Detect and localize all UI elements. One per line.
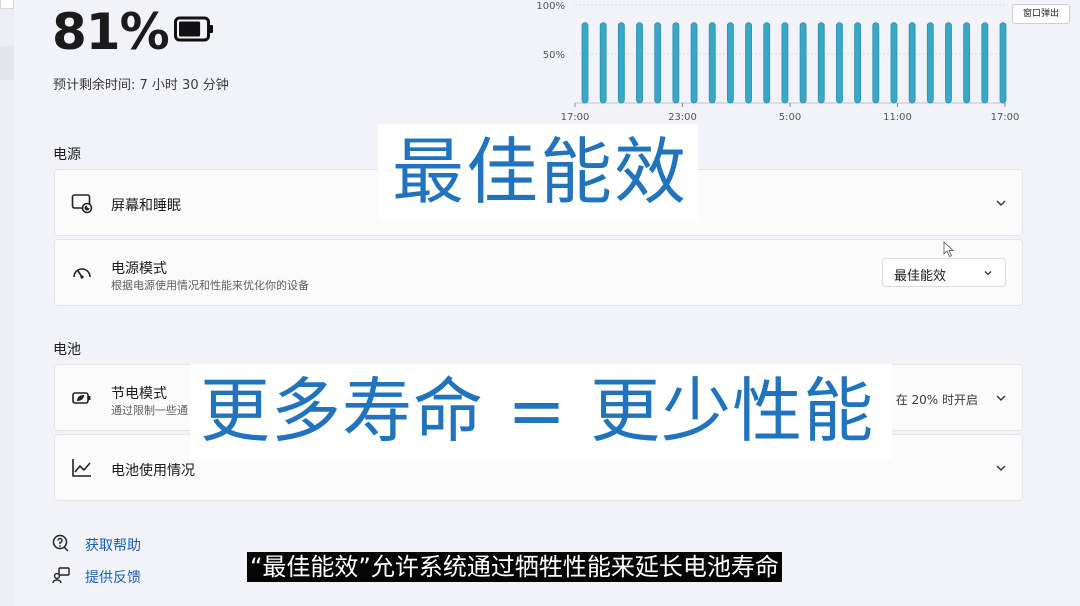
chart-bar (908, 22, 916, 104)
chevron-down-icon[interactable] (995, 462, 1007, 474)
power-section-label: 电源 (53, 147, 81, 163)
chart-bar (836, 22, 843, 104)
chart-bar (926, 22, 934, 104)
headline-2-text: 更多寿命 = 更少性能 (200, 370, 875, 452)
nav-selected-indicator[interactable] (0, 46, 14, 80)
chart-bar (981, 22, 989, 104)
chart-bar (745, 22, 752, 104)
battery-section-label: 电池 (53, 342, 81, 358)
chart-bar (781, 22, 789, 104)
nav-tab-edge (0, 0, 14, 9)
battery-icon (174, 16, 213, 42)
chart-bar (708, 22, 716, 104)
chart-bar (854, 22, 862, 104)
screen-sleep-icon (71, 194, 93, 214)
video-subtitle: “最佳能效”允许系统通过牺牲性能来延长电池寿命 (247, 552, 782, 582)
power-mode-subtitle: 根据电源使用情况和性能来优化你的设备 (111, 279, 309, 292)
chart-bar (599, 22, 607, 104)
chart-y-tick-label: 100% (536, 1, 565, 12)
get-help-text[interactable]: 获取帮助 (85, 535, 141, 555)
chevron-down-icon (984, 271, 992, 276)
left-nav-strip (0, 0, 14, 606)
battery-saver-title: 节电模式 (111, 386, 167, 402)
chart-bar (872, 22, 880, 104)
chart-bar (636, 22, 643, 104)
screen-sleep-title: 屏幕和睡眠 (111, 198, 181, 214)
help-chat-icon (52, 534, 69, 552)
power-mode-gauge-icon (73, 268, 91, 279)
chart-bar (963, 22, 971, 104)
chart-bar (690, 22, 698, 104)
chart-x-tick-label: 17:00 (561, 112, 590, 123)
power-mode-selected: 最佳能效 (894, 269, 947, 284)
feedback-icon (52, 567, 70, 584)
chart-bar (726, 22, 734, 104)
headline-1-text: 最佳能效 (392, 130, 689, 214)
chart-bar (799, 22, 807, 104)
chart-bar (763, 22, 771, 104)
headline-overlay-2: 更多寿命 = 更少性能 (190, 364, 892, 460)
battery-usage-chart-icon (72, 459, 91, 477)
give-feedback-text[interactable]: 提供反馈 (85, 567, 141, 587)
chart-bar (999, 22, 1007, 104)
chart-x-tick-label: 5:00 (779, 112, 801, 123)
headline-overlay-1: 最佳能效 (378, 124, 698, 220)
chart-bar (672, 22, 680, 104)
popout-window-button[interactable]: 窗口弹出 (1012, 4, 1070, 24)
chevron-down-icon[interactable] (995, 197, 1007, 209)
battery-saver-subtitle: 通过限制一些通 (111, 404, 188, 417)
chevron-down-icon[interactable] (995, 392, 1007, 404)
chart-y-tick-label: 50% (543, 50, 565, 61)
battery-saver-status: 在 20% 时开启 (895, 393, 978, 407)
power-mode-title: 电源模式 (111, 261, 167, 277)
chart-bar (817, 22, 825, 104)
chart-x-tick-label: 23:00 (668, 112, 697, 123)
chart-bar (945, 22, 952, 104)
chart-bar (654, 22, 662, 104)
battery-percentage: 81% (52, 3, 170, 61)
battery-level-chart: 100% 50% 17:00 23:00 5:00 11:00 17:00 (536, 1, 1020, 123)
chart-bar (890, 22, 898, 104)
remaining-time: 预计剩余时间: 7 小时 30 分钟 (53, 78, 229, 93)
power-mode-card: 电源模式 根据电源使用情况和性能来优化你的设备 最佳能效 (54, 239, 1023, 306)
chart-bar (617, 22, 625, 104)
battery-usage-title: 电池使用情况 (111, 463, 195, 479)
power-mode-dropdown[interactable]: 最佳能效 (882, 258, 1006, 287)
chart-x-tick-label: 17:00 (991, 112, 1020, 123)
mouse-cursor-icon (943, 241, 955, 258)
chart-x-tick-label: 11:00 (883, 112, 912, 123)
chart-bar (581, 22, 589, 104)
battery-saver-icon (72, 392, 91, 404)
battery-fill (179, 21, 201, 37)
